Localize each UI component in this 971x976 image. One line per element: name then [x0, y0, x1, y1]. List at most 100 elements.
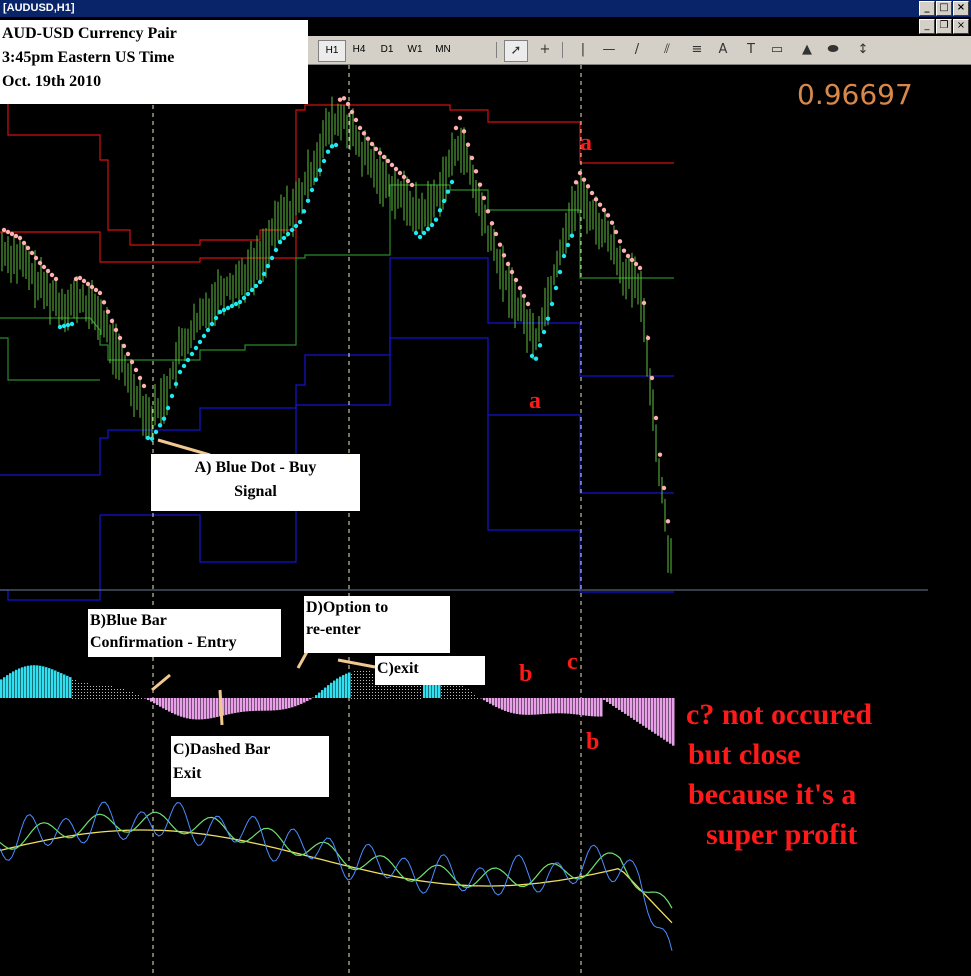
histogram-dashed-bar	[444, 695, 445, 696]
histogram-dashed-bar	[369, 686, 370, 687]
histogram-down-bar	[294, 698, 297, 707]
rectangle-icon[interactable]: ▭	[766, 40, 788, 60]
histogram-dashed-bar	[444, 698, 445, 699]
histogram-down-bar	[279, 698, 282, 710]
histogram-dashed-bar	[465, 695, 466, 696]
histogram-dashed-bar	[363, 677, 364, 678]
histogram-dashed-bar	[105, 689, 106, 690]
histogram-dashed-bar	[459, 692, 460, 693]
histogram-dashed-bar	[468, 695, 469, 696]
histogram-dashed-bar	[378, 686, 379, 687]
histogram-dashed-bar	[354, 689, 355, 690]
marker-b-2: b	[586, 729, 600, 755]
fibonacci-icon[interactable]: ≡	[686, 40, 708, 60]
histogram-dashed-bar	[114, 698, 115, 699]
histogram-dashed-bar	[375, 692, 376, 693]
histogram-dashed-bar	[354, 680, 355, 681]
sell-signal-dot	[49, 272, 55, 278]
histogram-dashed-bar	[84, 686, 85, 687]
histogram-up-bar	[24, 666, 27, 698]
histogram-dashed-bar	[417, 686, 418, 687]
histogram-dashed-bar	[408, 686, 409, 687]
crosshair-icon[interactable]: +	[534, 40, 556, 60]
histogram-dashed-bar	[108, 689, 109, 690]
child-restore-icon[interactable]: ❐	[936, 19, 952, 34]
histogram-up-bar	[9, 673, 12, 698]
histogram-down-bar	[501, 698, 504, 710]
histogram-dashed-bar	[87, 683, 88, 684]
histogram-down-bar	[264, 698, 267, 711]
histogram-dashed-bar	[396, 689, 397, 690]
sell-signal-dot	[129, 359, 135, 365]
timeframe-mn[interactable]: MN	[430, 40, 456, 60]
histogram-down-bar	[546, 698, 549, 714]
sell-signal-dot	[13, 233, 19, 239]
histogram-down-bar	[666, 698, 669, 742]
horizontal-line-icon[interactable]: —	[598, 40, 620, 60]
buy-signal-dot	[273, 247, 279, 253]
arrows-icon[interactable]: ↕	[852, 40, 874, 60]
histogram-dashed-bar	[402, 689, 403, 690]
histogram-dashed-bar	[354, 677, 355, 678]
histogram-dashed-bar	[75, 683, 76, 684]
histogram-dashed-bar	[81, 683, 82, 684]
toolbar-separator	[562, 42, 563, 58]
sell-signal-dot	[33, 255, 39, 261]
sell-signal-dot	[73, 276, 79, 282]
histogram-dashed-bar	[81, 686, 82, 687]
histogram-dashed-bar	[447, 692, 448, 693]
histogram-dashed-bar	[102, 692, 103, 693]
sell-signal-dot	[137, 375, 143, 381]
buy-signal-dot	[161, 416, 167, 421]
ellipse-icon[interactable]: ⬬	[822, 40, 844, 60]
histogram-down-bar	[192, 698, 195, 720]
child-close-icon[interactable]: ×	[953, 19, 969, 34]
annotation-pointer	[218, 689, 224, 726]
histogram-dashed-bar	[378, 692, 379, 693]
vertical-line-icon[interactable]: |	[572, 40, 594, 60]
histogram-dashed-bar	[384, 689, 385, 690]
timeframe-w1[interactable]: W1	[402, 40, 428, 60]
timeframe-h1[interactable]: H1	[318, 40, 346, 62]
histogram-down-bar	[270, 698, 273, 711]
histogram-dashed-bar	[462, 686, 463, 687]
sell-signal-dot	[81, 278, 87, 284]
sell-signal-dot	[349, 109, 355, 115]
label-icon[interactable]: T	[740, 40, 762, 60]
histogram-down-bar	[630, 698, 633, 718]
buy-signal-dot	[533, 356, 539, 361]
histogram-up-bar	[69, 677, 72, 698]
histogram-dashed-bar	[354, 692, 355, 693]
histogram-dashed-bar	[390, 698, 391, 699]
histogram-up-bar	[315, 695, 318, 698]
histogram-dashed-bar	[93, 695, 94, 696]
timeframe-d1[interactable]: D1	[374, 40, 400, 60]
histogram-down-bar	[195, 698, 198, 720]
close-icon[interactable]: ×	[953, 1, 969, 16]
histogram-dashed-bar	[84, 689, 85, 690]
minimize-icon[interactable]: _	[919, 1, 935, 16]
histogram-down-bar	[243, 698, 246, 712]
triangle-icon[interactable]: ▲	[796, 40, 818, 60]
maximize-icon[interactable]: □	[936, 1, 952, 16]
sell-signal-dot	[337, 97, 343, 102]
sell-signal-dot	[385, 158, 391, 164]
channel-icon[interactable]: ⫽	[656, 40, 678, 60]
histogram-down-bar	[258, 698, 261, 711]
trendline-icon[interactable]: /	[626, 40, 648, 60]
text-icon[interactable]: A	[712, 40, 734, 60]
sell-signal-dot	[517, 285, 523, 291]
histogram-dashed-bar	[375, 686, 376, 687]
timeframe-h4[interactable]: H4	[346, 40, 372, 60]
histogram-up-bar	[6, 675, 9, 698]
histogram-dashed-bar	[84, 683, 85, 684]
histogram-dashed-bar	[90, 692, 91, 693]
histogram-dashed-bar	[84, 698, 85, 699]
reenter-label-2: re-enter	[306, 621, 361, 638]
child-minimize-icon[interactable]: _	[919, 19, 935, 34]
cursor-icon[interactable]: ➚	[504, 40, 528, 62]
histogram-dashed-bar	[363, 686, 364, 687]
histogram-down-bar	[276, 698, 279, 711]
histogram-dashed-bar	[87, 698, 88, 699]
histogram-dashed-bar	[369, 692, 370, 693]
